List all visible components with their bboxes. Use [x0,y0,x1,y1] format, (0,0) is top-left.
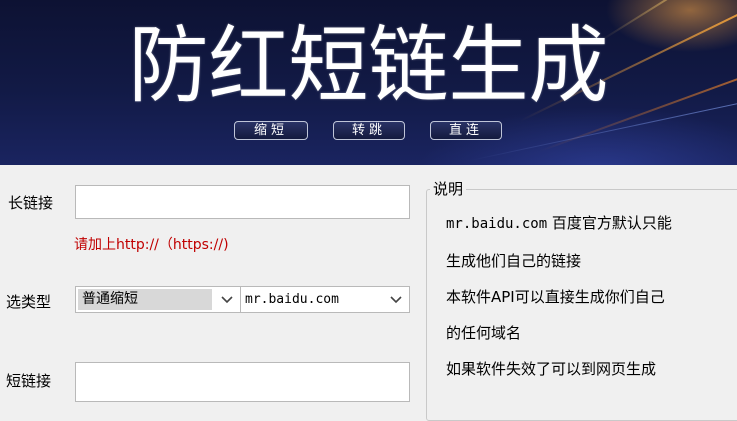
info-line-1-domain: mr.baidu.com [446,216,548,232]
chevron-down-icon [390,296,402,304]
app-title: 防红短链生成 [128,16,609,115]
header-banner: 防红短链生成 缩短 转跳 直连 [0,0,737,165]
domain-select-value: mr.baidu.com [245,292,339,307]
protocol-hint: 请加上http://（https://) [74,237,229,253]
type-select[interactable]: 普通缩短 [75,286,241,313]
info-line-3: 本软件API可以直接生成你们自己 [446,288,665,306]
domain-select[interactable]: mr.baidu.com [240,286,410,313]
short-url-label: 短链接 [6,372,52,390]
long-url-input[interactable] [75,185,410,219]
type-select-value: 普通缩短 [78,289,212,310]
info-line-2: 生成他们自己的链接 [446,252,582,270]
redirect-button[interactable]: 转跳 [333,121,405,140]
info-line-1: mr.baidu.com 百度官方默认只能 [446,212,672,233]
info-line-4: 的任何域名 [446,324,522,342]
info-line-1-text: 百度官方默认只能 [547,214,672,232]
info-line-5: 如果软件失效了可以到网页生成 [446,360,657,378]
short-url-output[interactable] [75,362,410,402]
type-label: 选类型 [6,293,52,311]
chevron-down-icon [221,296,233,304]
direct-link-button[interactable]: 直连 [430,121,502,140]
long-url-label: 长链接 [8,194,54,212]
info-title: 说明 [430,178,467,199]
shorten-button[interactable]: 缩短 [234,121,308,140]
banner-button-row: 缩短 转跳 直连 [234,121,502,140]
